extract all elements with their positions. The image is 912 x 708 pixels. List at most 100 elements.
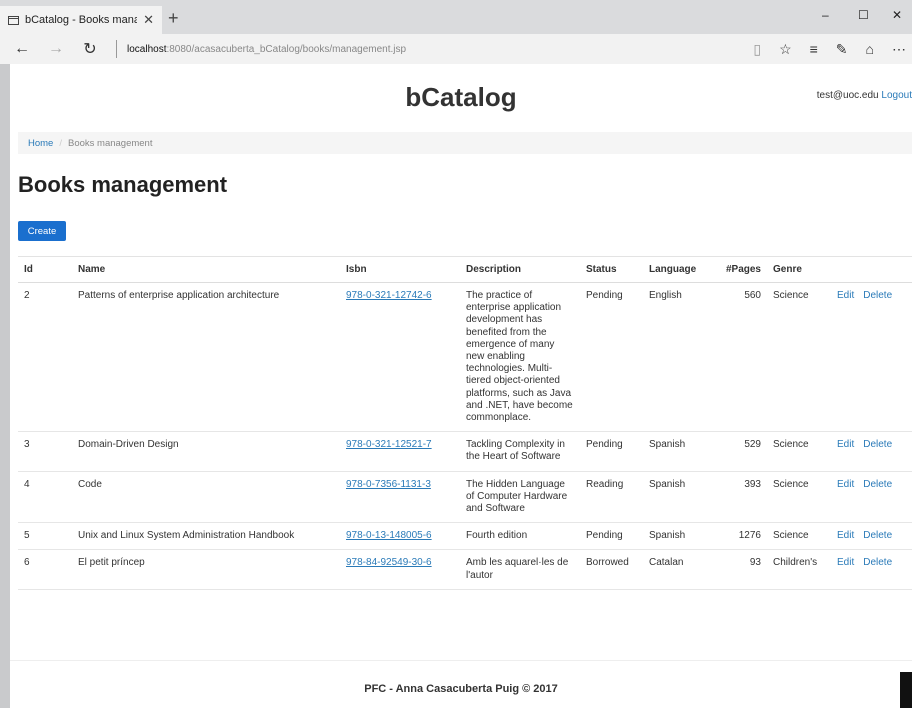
cell-status: Borrowed xyxy=(580,549,643,590)
cell-id: 2 xyxy=(18,282,72,433)
isbn-link[interactable]: 978-0-321-12742-6 xyxy=(346,290,432,301)
cell-name: Unix and Linux System Administration Han… xyxy=(72,522,340,551)
cell-description: The Hidden Language of Computer Hardware… xyxy=(460,471,580,524)
column-header-actions xyxy=(831,256,912,283)
browser-tab[interactable]: bCatalog - Books mana ✕ xyxy=(0,6,162,34)
close-tab-icon[interactable]: ✕ xyxy=(143,12,154,28)
cell-pages: 560 xyxy=(719,282,767,433)
cell-genre: Children's xyxy=(767,549,831,590)
create-button[interactable]: Create xyxy=(18,221,66,241)
cell-language: Spanish xyxy=(643,431,719,472)
new-tab-icon[interactable]: + xyxy=(168,6,179,30)
cell-description: Fourth edition xyxy=(460,522,580,551)
cell-description: Tackling Complexity in the Heart of Soft… xyxy=(460,431,580,472)
reading-view-icon[interactable]: ▯ xyxy=(753,41,761,58)
tab-title: bCatalog - Books mana xyxy=(25,14,138,26)
browser-tab-bar: bCatalog - Books mana ✕ + – ☐ ✕ xyxy=(0,0,912,34)
edit-link[interactable]: Edit xyxy=(837,479,854,490)
site-title: bCatalog xyxy=(405,82,517,112)
cell-genre: Science xyxy=(767,471,831,524)
maximize-icon[interactable]: ☐ xyxy=(858,8,869,22)
cell-name: Patterns of enterprise application archi… xyxy=(72,282,340,433)
cell-description: The practice of enterprise application d… xyxy=(460,282,580,433)
minimize-icon[interactable]: – xyxy=(822,8,829,22)
cell-id: 5 xyxy=(18,522,72,551)
edit-link[interactable]: Edit xyxy=(837,530,854,541)
isbn-link[interactable]: 978-0-13-148005-6 xyxy=(346,530,432,541)
page-viewport: bCatalog test@uoc.edu Logout Home / Book… xyxy=(10,64,912,708)
column-header-isbn: Isbn xyxy=(340,256,460,283)
close-window-icon[interactable]: ✕ xyxy=(892,8,902,22)
url-path: :8080/acasacuberta_bCatalog/books/manage… xyxy=(166,43,407,55)
favorite-star-icon[interactable]: ☆ xyxy=(779,41,792,58)
forward-icon[interactable]: → xyxy=(44,40,68,58)
cell-pages: 1276 xyxy=(719,522,767,551)
page-footer: PFC - Anna Casacuberta Puig © 2017 xyxy=(10,660,912,695)
column-header-id: Id xyxy=(18,256,72,283)
cell-status: Pending xyxy=(580,522,643,551)
table-row: 3 Domain-Driven Design 978-0-321-12521-7… xyxy=(18,431,912,472)
breadcrumb: Home / Books management xyxy=(18,132,912,154)
books-table: Id Name Isbn Description Status Language… xyxy=(18,256,912,590)
url-host: localhost xyxy=(127,43,167,55)
back-icon[interactable]: ← xyxy=(10,40,34,58)
edit-link[interactable]: Edit xyxy=(837,557,854,568)
browser-toolbar: ▯ ☆ ≡ ✎ ⌂ ⋯ xyxy=(753,34,906,64)
cell-genre: Science xyxy=(767,282,831,433)
cell-language: Catalan xyxy=(643,549,719,590)
isbn-link[interactable]: 978-0-7356-1131-3 xyxy=(346,479,431,490)
cell-id: 6 xyxy=(18,549,72,590)
cell-pages: 393 xyxy=(719,471,767,524)
cell-description: Amb les aquarel·les de l'autor xyxy=(460,549,580,590)
address-bar: ← → ↻ localhost:8080/acasacuberta_bCatal… xyxy=(0,34,912,64)
table-header-row: Id Name Isbn Description Status Language… xyxy=(18,256,912,283)
cell-name: El petit príncep xyxy=(72,549,340,590)
logout-link[interactable]: Logout xyxy=(881,90,912,101)
delete-link[interactable]: Delete xyxy=(863,557,892,568)
isbn-link[interactable]: 978-84-92549-30-6 xyxy=(346,557,432,568)
cell-status: Pending xyxy=(580,431,643,472)
cell-language: English xyxy=(643,282,719,433)
page-title: Books management xyxy=(18,172,228,197)
refresh-icon[interactable]: ↻ xyxy=(78,39,102,59)
share-icon[interactable]: ⌂ xyxy=(866,41,874,57)
delete-link[interactable]: Delete xyxy=(863,290,892,301)
isbn-link[interactable]: 978-0-321-12521-7 xyxy=(346,439,432,450)
cell-status: Pending xyxy=(580,282,643,433)
more-icon[interactable]: ⋯ xyxy=(892,41,906,58)
table-row: 5 Unix and Linux System Administration H… xyxy=(18,522,912,551)
edit-link[interactable]: Edit xyxy=(837,439,854,450)
cell-id: 3 xyxy=(18,431,72,472)
breadcrumb-home-link[interactable]: Home xyxy=(28,138,53,149)
breadcrumb-current: Books management xyxy=(67,137,153,149)
user-email: test@uoc.edu xyxy=(816,90,879,101)
column-header-genre: Genre xyxy=(767,256,831,283)
edit-link[interactable]: Edit xyxy=(837,290,854,301)
tab-page-icon xyxy=(8,15,19,25)
url-separator xyxy=(116,40,117,58)
table-row: 2 Patterns of enterprise application arc… xyxy=(18,282,912,433)
url-field[interactable]: localhost:8080/acasacuberta_bCatalog/boo… xyxy=(127,44,406,55)
cell-id: 4 xyxy=(18,471,72,524)
cell-language: Spanish xyxy=(643,471,719,524)
cell-genre: Science xyxy=(767,431,831,472)
cell-pages: 529 xyxy=(719,431,767,472)
cell-pages: 93 xyxy=(719,549,767,590)
column-header-status: Status xyxy=(580,256,643,283)
column-header-language: Language xyxy=(643,256,719,283)
delete-link[interactable]: Delete xyxy=(863,439,892,450)
column-header-pages: #Pages xyxy=(719,256,767,283)
column-header-name: Name xyxy=(72,256,340,283)
table-row: 6 El petit príncep 978-84-92549-30-6 Amb… xyxy=(18,549,912,590)
cell-genre: Science xyxy=(767,522,831,551)
column-header-description: Description xyxy=(460,256,580,283)
table-row: 4 Code 978-0-7356-1131-3 The Hidden Lang… xyxy=(18,471,912,524)
delete-link[interactable]: Delete xyxy=(863,479,892,490)
delete-link[interactable]: Delete xyxy=(863,530,892,541)
cell-status: Reading xyxy=(580,471,643,524)
hub-icon[interactable]: ≡ xyxy=(810,41,818,57)
web-note-icon[interactable]: ✎ xyxy=(836,41,848,58)
user-box: test@uoc.edu Logout xyxy=(817,90,912,101)
corner-block xyxy=(900,672,912,708)
breadcrumb-separator: / xyxy=(59,137,62,149)
